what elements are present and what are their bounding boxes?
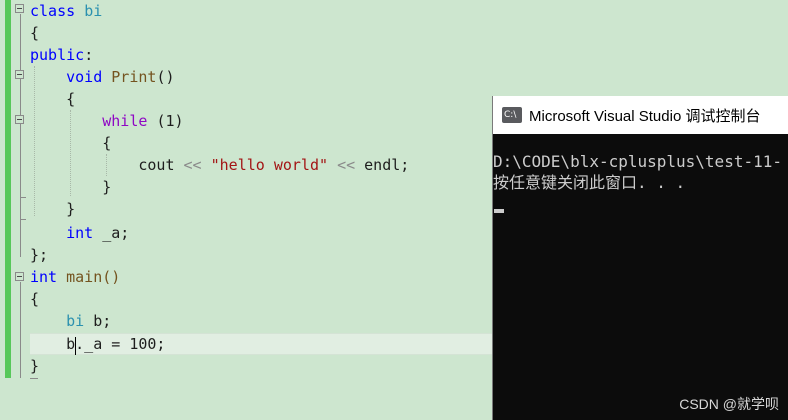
brace: { (30, 290, 40, 308)
code-line-9[interactable]: } (30, 176, 111, 198)
condition: (1) (156, 112, 184, 130)
code-line-3[interactable]: public: (30, 44, 93, 66)
code-line-1[interactable]: class bi (30, 0, 102, 22)
console-line-prompt: 按任意键关闭此窗口. . . (493, 173, 686, 192)
code-line-11[interactable]: int _a; (30, 222, 129, 244)
function-name: main() (66, 268, 121, 286)
code-line-2[interactable]: { (30, 22, 39, 44)
type-name: bi (66, 312, 85, 330)
code-line-5[interactable]: { (30, 88, 75, 110)
statement: b._a = 100; (66, 335, 166, 353)
collapse-class-icon[interactable] (15, 4, 24, 13)
string-literal: "hello world" (210, 156, 329, 174)
brace: } (102, 178, 112, 196)
collapse-while-icon[interactable] (15, 115, 24, 124)
brace: }; (30, 246, 49, 264)
console-title: Microsoft Visual Studio 调试控制台 (529, 107, 761, 125)
code-line-6[interactable]: while (1) (30, 110, 184, 132)
operator: << (337, 156, 356, 174)
fold-guide-main (20, 282, 21, 378)
identifier: cout (138, 156, 175, 174)
code-line-8[interactable]: cout << "hello world" << endl; (30, 154, 409, 176)
member-name: _a; (102, 224, 130, 242)
console-output[interactable]: D:\CODE\blx-cplusplus\test-11- 按任意键关闭此窗口.… (493, 151, 788, 420)
fold-end-tick (30, 378, 38, 379)
keyword: class (30, 2, 76, 20)
code-line-17[interactable]: } (30, 355, 39, 377)
collapse-main-icon[interactable] (15, 272, 24, 281)
change-indicator-bar (5, 0, 11, 378)
class-name: bi (84, 2, 103, 20)
parens: () (156, 68, 175, 86)
brace: } (30, 357, 40, 375)
brace: { (102, 134, 112, 152)
code-line-13[interactable]: int main() (30, 266, 120, 288)
variable: b; (93, 312, 112, 330)
keyword: int (30, 268, 58, 286)
console-titlebar[interactable]: C:\ Microsoft Visual Studio 调试控制台 (493, 96, 788, 134)
code-line-14[interactable]: { (30, 288, 39, 310)
brace: { (66, 90, 76, 108)
keyword: while (102, 112, 148, 130)
code-line-16[interactable]: b._a = 100; (30, 333, 165, 355)
console-line-path: D:\CODE\blx-cplusplus\test-11- (493, 152, 782, 171)
watermark: CSDN @就学呗 (679, 396, 779, 412)
code-line-4[interactable]: void Print() (30, 66, 175, 88)
console-app-icon: C:\ (502, 107, 522, 123)
debug-console-window[interactable]: C:\ Microsoft Visual Studio 调试控制台 D:\COD… (492, 96, 788, 420)
code-line-7[interactable]: { (30, 132, 111, 154)
fold-guide-class (20, 14, 21, 257)
collapse-print-icon[interactable] (15, 70, 24, 79)
text-caret (75, 337, 76, 355)
code-line-12[interactable]: }; (30, 244, 48, 266)
keyword: public (30, 46, 85, 64)
operator: << (183, 156, 202, 174)
colon: : (84, 46, 94, 64)
brace: { (30, 24, 40, 42)
console-cursor (494, 209, 504, 213)
brace: } (66, 200, 76, 218)
identifier: endl; (364, 156, 410, 174)
code-line-15[interactable]: bi b; (30, 310, 111, 332)
keyword: void (66, 68, 103, 86)
keyword: int (66, 224, 94, 242)
fold-end-tick (20, 197, 26, 198)
code-line-10[interactable]: } (30, 198, 75, 220)
function-name: Print (111, 68, 157, 86)
fold-end-tick (20, 219, 26, 220)
